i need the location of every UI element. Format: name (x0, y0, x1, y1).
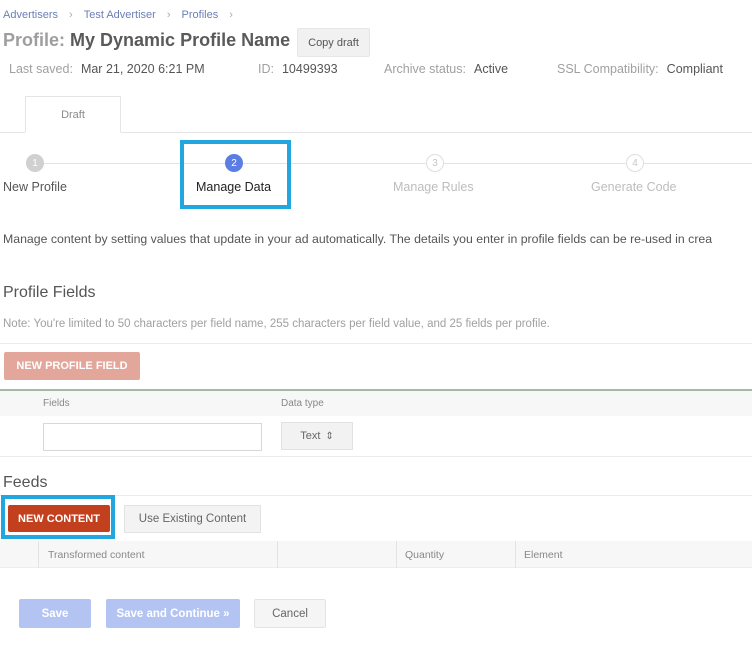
column-header-element: Element (524, 549, 563, 561)
feeds-column-separator (515, 541, 516, 568)
tab-draft[interactable]: Draft (25, 96, 121, 133)
field-name-input[interactable] (43, 423, 262, 451)
meta-ssl: SSL Compatibility: Compliant (557, 62, 723, 76)
cancel-button[interactable]: Cancel (254, 599, 326, 628)
last-saved-label: Last saved: (9, 62, 73, 76)
step-4-label[interactable]: Generate Code (591, 180, 676, 194)
column-header-data-type: Data type (281, 398, 324, 409)
breadcrumb-profiles[interactable]: Profiles (182, 9, 219, 21)
page-title-prefix: Profile: (3, 30, 66, 50)
id-value: 10499393 (281, 62, 338, 76)
feeds-column-separator (277, 541, 278, 568)
column-header-transformed-content: Transformed content (48, 549, 145, 561)
step-4-circle[interactable]: 4 (626, 154, 644, 172)
feeds-title: Feeds (3, 474, 48, 491)
ssl-value: Compliant (666, 62, 723, 76)
ssl-label: SSL Compatibility: (557, 62, 659, 76)
breadcrumb-separator: › (166, 9, 171, 21)
breadcrumb-test-advertiser[interactable]: Test Advertiser (84, 9, 156, 21)
breadcrumb-separator: › (69, 9, 73, 21)
last-saved-value: Mar 21, 2020 6:21 PM (80, 62, 205, 76)
step-3-label[interactable]: Manage Rules (393, 180, 474, 194)
stepper-line (35, 163, 752, 164)
step-3-circle[interactable]: 3 (426, 154, 444, 172)
breadcrumb: Advertisers › Test Advertiser › Profiles › (3, 9, 244, 21)
feeds-column-separator (396, 541, 397, 568)
column-header-fields: Fields (43, 398, 70, 409)
profile-fields-divider (0, 343, 752, 344)
meta-last-saved: Last saved: Mar 21, 2020 6:21 PM (9, 62, 205, 76)
archive-status-label: Archive status: (384, 62, 466, 76)
step-2-circle[interactable]: 2 (225, 154, 243, 172)
step-1-label[interactable]: New Profile (3, 180, 67, 194)
step-2-label[interactable]: Manage Data (196, 180, 271, 194)
profile-fields-table-header (0, 391, 752, 416)
page-title: Profile: My Dynamic Profile Name (3, 30, 290, 51)
meta-id: ID: 10499393 (258, 62, 338, 76)
breadcrumb-advertisers[interactable]: Advertisers (3, 9, 58, 21)
step-1-circle[interactable]: 1 (26, 154, 44, 172)
manage-data-highlight (180, 140, 291, 209)
data-type-value: Text (300, 430, 321, 442)
new-profile-field-button[interactable]: NEW PROFILE FIELD (4, 352, 140, 380)
use-existing-content-button[interactable]: Use Existing Content (124, 505, 261, 533)
profile-fields-row-divider (0, 456, 752, 457)
save-button[interactable]: Save (19, 599, 91, 628)
page-title-name: My Dynamic Profile Name (70, 30, 291, 50)
copy-draft-button[interactable]: Copy draft (297, 28, 370, 57)
save-and-continue-button[interactable]: Save and Continue » (106, 599, 240, 628)
meta-archive-status: Archive status: Active (384, 62, 508, 76)
profile-fields-title: Profile Fields (3, 284, 96, 301)
profile-fields-note: Note: You're limited to 50 characters pe… (3, 318, 550, 330)
column-header-quantity: Quantity (405, 549, 445, 561)
id-label: ID: (258, 62, 274, 76)
updown-arrow-icon: ⇕ (325, 430, 334, 442)
manage-data-description: Manage content by setting values that up… (3, 232, 713, 246)
new-content-button[interactable]: NEW CONTENT (8, 505, 110, 532)
archive-status-value: Active (473, 62, 509, 76)
feeds-column-separator (38, 541, 39, 568)
data-type-select[interactable]: Text ⇕ (281, 422, 353, 450)
breadcrumb-separator: › (229, 9, 233, 21)
